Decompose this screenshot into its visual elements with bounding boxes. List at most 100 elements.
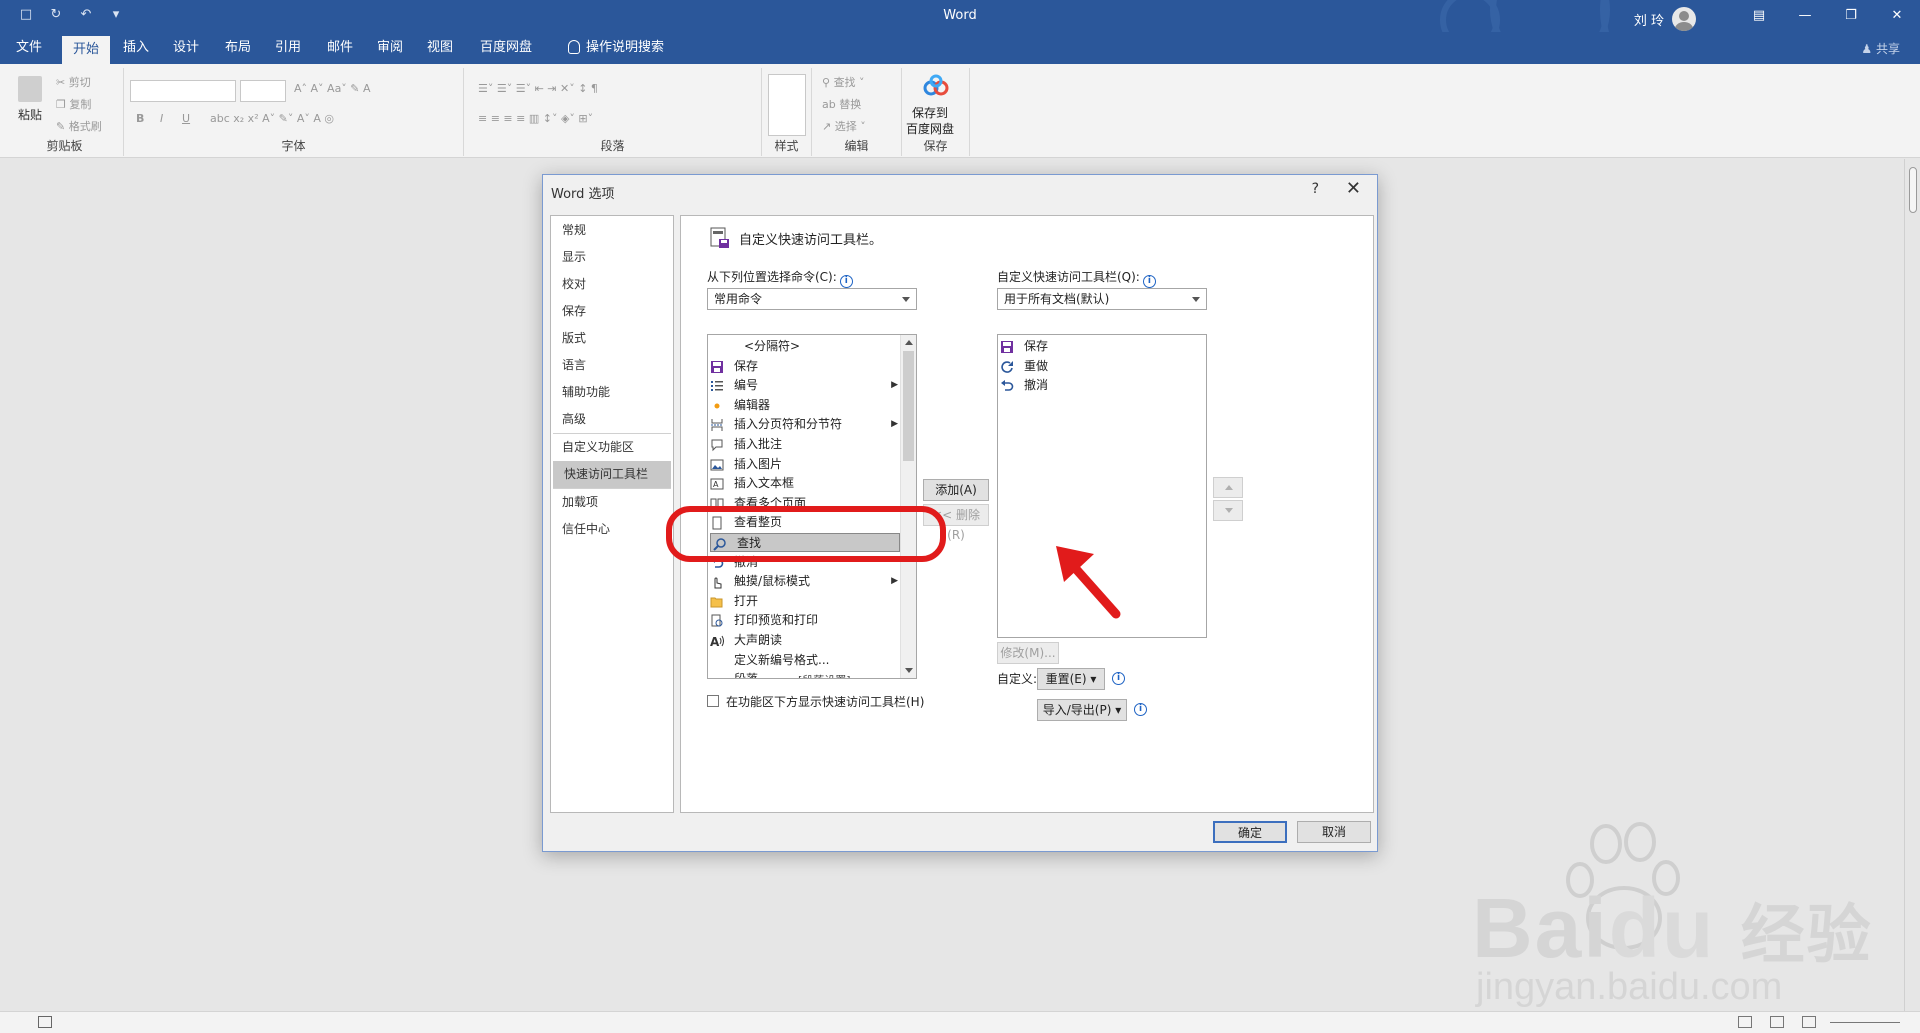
modify-button[interactable]: 修改(M)... (997, 642, 1059, 664)
info-icon[interactable]: i (1134, 703, 1147, 716)
copy-button[interactable]: ❐ 复制 (56, 96, 91, 112)
select-button[interactable]: ↗ 选择 ˅ (822, 118, 866, 134)
tab-home[interactable]: 开始 (62, 36, 110, 64)
read-mode-icon[interactable] (1738, 1016, 1752, 1028)
tell-me-search[interactable]: 操作说明搜索 (556, 32, 676, 64)
scroll-up-icon[interactable] (905, 340, 913, 345)
save-to-netdisk-line2[interactable]: 百度网盘 (906, 120, 954, 137)
cancel-button[interactable]: 取消 (1297, 821, 1371, 843)
section-header: 自定义快速访问工具栏。 (709, 226, 882, 250)
print-layout-icon[interactable] (1770, 1016, 1784, 1028)
cut-button[interactable]: ✂ 剪切 (56, 74, 91, 90)
nav-proofing[interactable]: 校对 (551, 271, 673, 298)
italic-button[interactable]: I (160, 112, 163, 125)
command-item[interactable]: 编号 ▶ (708, 376, 902, 395)
command-item[interactable]: 编辑器 (708, 396, 902, 415)
proofing-icon[interactable] (38, 1016, 52, 1028)
command-item[interactable]: A 插入文本框 (708, 474, 902, 493)
show-below-ribbon-checkbox[interactable] (707, 695, 719, 707)
paste-icon[interactable] (18, 76, 42, 102)
command-item[interactable]: 触摸/鼠标模式 ▶ (708, 572, 902, 591)
ribbon-display-icon[interactable]: ▤ (1736, 0, 1782, 32)
ok-button[interactable]: 确定 (1213, 821, 1287, 843)
alignment-buttons[interactable]: ≡ ≡ ≡ ≡ ▥ ↕˅ ◈˅ ⊞˅ (478, 112, 593, 125)
nav-quick-access-toolbar[interactable]: 快速访问工具栏 (553, 461, 671, 488)
scrollbar-thumb[interactable] (903, 351, 914, 461)
paste-label[interactable]: 粘贴 (18, 106, 42, 123)
user-account[interactable]: 刘 玲 (1634, 7, 1696, 31)
choose-commands-dropdown[interactable]: 常用命令 (707, 288, 917, 310)
move-down-button[interactable] (1213, 500, 1243, 521)
save-to-netdisk-line1[interactable]: 保存到 (912, 104, 948, 121)
tab-references[interactable]: 引用 (268, 32, 308, 64)
tab-design[interactable]: 设计 (166, 32, 206, 64)
customize-toolbar-dropdown[interactable]: 用于所有文档(默认) (997, 288, 1207, 310)
command-item[interactable]: 插入批注 (708, 435, 902, 454)
command-item[interactable]: 定义新编号格式... (708, 651, 902, 670)
command-item[interactable]: <分隔符> (708, 337, 902, 356)
replace-button[interactable]: ab 替换 (822, 96, 861, 112)
command-item[interactable]: 保存 (708, 357, 902, 376)
bold-button[interactable]: B (136, 112, 144, 125)
command-item[interactable]: A 大声朗读 (708, 631, 902, 650)
underline-button[interactable]: U (182, 112, 190, 125)
add-button[interactable]: 添加(A) >> (923, 479, 989, 517)
minimize-button[interactable]: — (1782, 0, 1828, 32)
close-button[interactable]: ✕ (1874, 0, 1920, 32)
avatar[interactable] (1672, 7, 1696, 31)
toolbar-item[interactable]: 重做 (998, 357, 1206, 376)
scroll-down-icon[interactable] (905, 668, 913, 673)
document-scrollbar[interactable] (1904, 159, 1920, 1011)
paragraph-group-label: 段落 (600, 139, 625, 153)
font-size-combo[interactable] (240, 80, 286, 102)
annotation-highlight (666, 506, 946, 562)
font-name-combo[interactable] (130, 80, 236, 102)
command-item[interactable]: 插入分页符和分节符 ▶ (708, 415, 902, 434)
baidu-netdisk-icon[interactable] (922, 74, 950, 98)
list-buttons[interactable]: ☰˅ ☰˅ ☰˅ ⇤ ⇥ ✕˅ ↕ ¶ (478, 82, 598, 95)
find-button[interactable]: ⚲ 查找 ˅ (822, 74, 865, 90)
toolbar-item[interactable]: 撤消 (998, 376, 1206, 395)
info-icon[interactable]: i (1142, 275, 1156, 288)
options-nav: 常规 显示 校对 保存 版式 语言 辅助功能 高级 自定义功能区 快速访问工具栏… (550, 215, 674, 813)
nav-add-ins[interactable]: 加载项 (551, 489, 673, 516)
dialog-close-button[interactable]: ✕ (1346, 178, 1361, 199)
info-icon[interactable]: i (1112, 672, 1125, 685)
nav-typography[interactable]: 版式 (551, 325, 673, 352)
nav-general[interactable]: 常规 (551, 217, 673, 244)
nav-save[interactable]: 保存 (551, 298, 673, 325)
zoom-slider[interactable] (1830, 1022, 1900, 1023)
reset-button[interactable]: 重置(E) ▾ (1037, 668, 1105, 690)
font-effects-buttons[interactable]: abc x₂ x² A˅ ✎˅ A˅ A ◎ (210, 112, 334, 125)
nav-language[interactable]: 语言 (551, 352, 673, 379)
tab-insert[interactable]: 插入 (116, 32, 156, 64)
tab-baidu-netdisk[interactable]: 百度网盘 (474, 32, 538, 64)
command-item[interactable]: 打开 (708, 592, 902, 611)
command-item[interactable]: 插入图片 (708, 455, 902, 474)
nav-display[interactable]: 显示 (551, 244, 673, 271)
restore-button[interactable]: ❐ (1828, 0, 1874, 32)
web-layout-icon[interactable] (1802, 1016, 1816, 1028)
tab-view[interactable]: 视图 (420, 32, 460, 64)
info-icon[interactable]: i (839, 275, 853, 288)
nav-advanced[interactable]: 高级 (551, 406, 673, 433)
share-button[interactable]: ♟ 共享 (1861, 40, 1900, 57)
tab-file[interactable]: 文件 (10, 32, 48, 64)
customize-toolbar-value: 用于所有文档(默认) (1004, 292, 1110, 306)
help-button[interactable]: ? (1312, 181, 1319, 197)
scrollbar-thumb[interactable] (1909, 167, 1917, 213)
tab-review[interactable]: 审阅 (370, 32, 410, 64)
format-painter-button[interactable]: ✎ 格式刷 (56, 118, 102, 134)
styles-gallery[interactable] (768, 74, 806, 136)
toolbar-item[interactable]: 保存 (998, 337, 1206, 356)
nav-customize-ribbon[interactable]: 自定义功能区 (551, 434, 673, 461)
tab-mailings[interactable]: 邮件 (320, 32, 360, 64)
nav-accessibility[interactable]: 辅助功能 (551, 379, 673, 406)
move-up-button[interactable] (1213, 477, 1243, 498)
tab-layout[interactable]: 布局 (218, 32, 258, 64)
nav-trust-center[interactable]: 信任中心 (551, 516, 673, 543)
font-size-tools[interactable]: A˄ A˅ Aa˅ ✎ A (294, 82, 371, 95)
command-item[interactable]: 打印预览和打印 (708, 611, 902, 630)
import-export-button[interactable]: 导入/导出(P) ▾ (1037, 699, 1127, 721)
command-item[interactable]: 段落... [段落设置] (708, 670, 902, 678)
